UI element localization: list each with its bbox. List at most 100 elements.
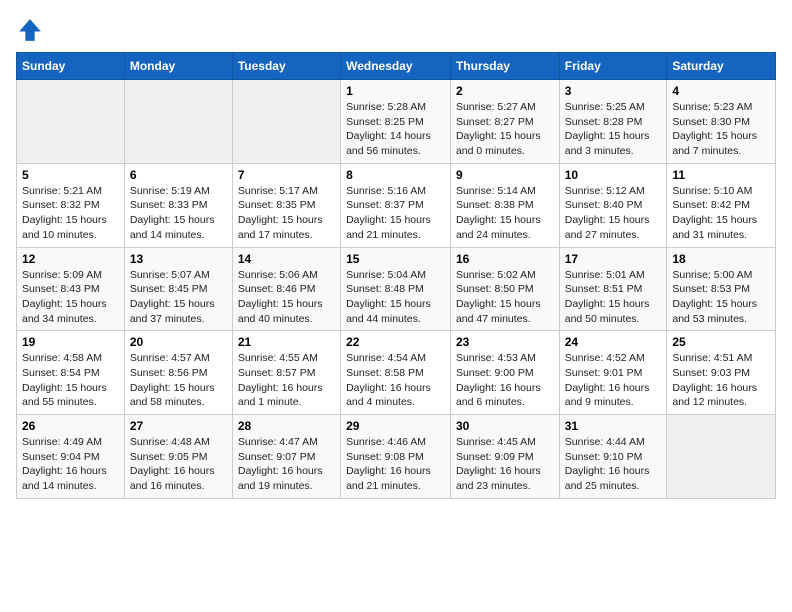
day-number: 2 [456, 84, 554, 98]
calendar-cell: 9Sunrise: 5:14 AM Sunset: 8:38 PM Daylig… [450, 163, 559, 247]
calendar-cell: 4 Sunrise: 5:23 AM Sunset: 8:30 PM Daylig… [667, 80, 776, 164]
day-number: 30 [456, 419, 554, 433]
day-info: Sunrise: 5:06 AM Sunset: 8:46 PM Dayligh… [238, 268, 335, 327]
day-number: 29 [346, 419, 445, 433]
calendar-cell [17, 80, 125, 164]
calendar-table: SundayMondayTuesdayWednesdayThursdayFrid… [16, 52, 776, 499]
calendar-week: 12Sunrise: 5:09 AM Sunset: 8:43 PM Dayli… [17, 247, 776, 331]
day-info: Sunrise: 4:47 AM Sunset: 9:07 PM Dayligh… [238, 435, 335, 494]
day-number: 16 [456, 252, 554, 266]
day-info: Sunrise: 5:19 AM Sunset: 8:33 PM Dayligh… [130, 184, 227, 243]
calendar-cell: 31 Sunrise: 4:44 AM Sunset: 9:10 PM Dayli… [559, 415, 667, 499]
day-number: 6 [130, 168, 227, 182]
day-number: 31 [565, 419, 662, 433]
day-info: Sunrise: 5:23 AM Sunset: 8:30 PM Dayligh… [672, 100, 770, 159]
calendar-week: 5Sunrise: 5:21 AM Sunset: 8:32 PM Daylig… [17, 163, 776, 247]
header-day: Saturday [667, 53, 776, 80]
calendar-cell: 27 Sunrise: 4:48 AM Sunset: 9:05 PM Dayli… [124, 415, 232, 499]
day-info: Sunrise: 5:01 AM Sunset: 8:51 PM Dayligh… [565, 268, 662, 327]
day-number: 12 [22, 252, 119, 266]
day-info: Sunrise: 4:46 AM Sunset: 9:08 PM Dayligh… [346, 435, 445, 494]
day-info: Sunrise: 5:00 AM Sunset: 8:53 PM Dayligh… [672, 268, 770, 327]
calendar-cell: 24 Sunrise: 4:52 AM Sunset: 9:01 PM Dayli… [559, 331, 667, 415]
day-number: 27 [130, 419, 227, 433]
day-info: Sunrise: 5:02 AM Sunset: 8:50 PM Dayligh… [456, 268, 554, 327]
day-number: 1 [346, 84, 445, 98]
calendar-cell: 14 Sunrise: 5:06 AM Sunset: 8:46 PM Dayli… [232, 247, 340, 331]
calendar-body: 1 Sunrise: 5:28 AM Sunset: 8:25 PM Daylig… [17, 80, 776, 499]
calendar-cell: 11 Sunrise: 5:10 AM Sunset: 8:42 PM Dayli… [667, 163, 776, 247]
day-number: 10 [565, 168, 662, 182]
day-info: Sunrise: 5:10 AM Sunset: 8:42 PM Dayligh… [672, 184, 770, 243]
logo [16, 16, 48, 44]
day-number: 3 [565, 84, 662, 98]
calendar-header: SundayMondayTuesdayWednesdayThursdayFrid… [17, 53, 776, 80]
day-number: 13 [130, 252, 227, 266]
calendar-cell: 29 Sunrise: 4:46 AM Sunset: 9:08 PM Dayli… [341, 415, 451, 499]
calendar-week: 1 Sunrise: 5:28 AM Sunset: 8:25 PM Daylig… [17, 80, 776, 164]
day-number: 20 [130, 335, 227, 349]
calendar-cell: 25 Sunrise: 4:51 AM Sunset: 9:03 PM Dayli… [667, 331, 776, 415]
day-info: Sunrise: 4:51 AM Sunset: 9:03 PM Dayligh… [672, 351, 770, 410]
calendar-cell: 7 Sunrise: 5:17 AM Sunset: 8:35 PM Daylig… [232, 163, 340, 247]
calendar-cell: 16 Sunrise: 5:02 AM Sunset: 8:50 PM Dayli… [450, 247, 559, 331]
day-info: Sunrise: 5:12 AM Sunset: 8:40 PM Dayligh… [565, 184, 662, 243]
day-info: Sunrise: 4:58 AM Sunset: 8:54 PM Dayligh… [22, 351, 119, 410]
day-number: 21 [238, 335, 335, 349]
calendar-cell: 23 Sunrise: 4:53 AM Sunset: 9:00 PM Dayli… [450, 331, 559, 415]
calendar-cell: 12Sunrise: 5:09 AM Sunset: 8:43 PM Dayli… [17, 247, 125, 331]
day-info: Sunrise: 5:25 AM Sunset: 8:28 PM Dayligh… [565, 100, 662, 159]
day-number: 18 [672, 252, 770, 266]
calendar-cell: 17Sunrise: 5:01 AM Sunset: 8:51 PM Dayli… [559, 247, 667, 331]
day-number: 25 [672, 335, 770, 349]
calendar-cell: 5Sunrise: 5:21 AM Sunset: 8:32 PM Daylig… [17, 163, 125, 247]
calendar-cell: 28 Sunrise: 4:47 AM Sunset: 9:07 PM Dayli… [232, 415, 340, 499]
day-info: Sunrise: 4:48 AM Sunset: 9:05 PM Dayligh… [130, 435, 227, 494]
calendar-week: 19 Sunrise: 4:58 AM Sunset: 8:54 PM Dayli… [17, 331, 776, 415]
calendar-cell: 26Sunrise: 4:49 AM Sunset: 9:04 PM Dayli… [17, 415, 125, 499]
header-day: Sunday [17, 53, 125, 80]
day-info: Sunrise: 5:16 AM Sunset: 8:37 PM Dayligh… [346, 184, 445, 243]
header-day: Tuesday [232, 53, 340, 80]
calendar-cell [232, 80, 340, 164]
day-info: Sunrise: 5:21 AM Sunset: 8:32 PM Dayligh… [22, 184, 119, 243]
logo-icon [16, 16, 44, 44]
calendar-week: 26Sunrise: 4:49 AM Sunset: 9:04 PM Dayli… [17, 415, 776, 499]
calendar-cell: 15 Sunrise: 5:04 AM Sunset: 8:48 PM Dayli… [341, 247, 451, 331]
day-number: 23 [456, 335, 554, 349]
calendar-cell [667, 415, 776, 499]
calendar-cell: 2 Sunrise: 5:27 AM Sunset: 8:27 PM Daylig… [450, 80, 559, 164]
day-number: 28 [238, 419, 335, 433]
header-day: Friday [559, 53, 667, 80]
day-info: Sunrise: 4:44 AM Sunset: 9:10 PM Dayligh… [565, 435, 662, 494]
day-number: 14 [238, 252, 335, 266]
day-number: 24 [565, 335, 662, 349]
day-number: 7 [238, 168, 335, 182]
header-row: SundayMondayTuesdayWednesdayThursdayFrid… [17, 53, 776, 80]
day-number: 19 [22, 335, 119, 349]
calendar-cell: 8Sunrise: 5:16 AM Sunset: 8:37 PM Daylig… [341, 163, 451, 247]
header-day: Thursday [450, 53, 559, 80]
day-number: 11 [672, 168, 770, 182]
day-info: Sunrise: 4:57 AM Sunset: 8:56 PM Dayligh… [130, 351, 227, 410]
day-info: Sunrise: 5:07 AM Sunset: 8:45 PM Dayligh… [130, 268, 227, 327]
day-number: 22 [346, 335, 445, 349]
calendar-cell: 30Sunrise: 4:45 AM Sunset: 9:09 PM Dayli… [450, 415, 559, 499]
calendar-cell: 22Sunrise: 4:54 AM Sunset: 8:58 PM Dayli… [341, 331, 451, 415]
day-info: Sunrise: 5:17 AM Sunset: 8:35 PM Dayligh… [238, 184, 335, 243]
calendar-cell: 19 Sunrise: 4:58 AM Sunset: 8:54 PM Dayli… [17, 331, 125, 415]
day-number: 15 [346, 252, 445, 266]
day-info: Sunrise: 5:28 AM Sunset: 8:25 PM Dayligh… [346, 100, 445, 159]
day-number: 4 [672, 84, 770, 98]
page-header [16, 16, 776, 44]
day-info: Sunrise: 4:53 AM Sunset: 9:00 PM Dayligh… [456, 351, 554, 410]
calendar-cell: 1 Sunrise: 5:28 AM Sunset: 8:25 PM Daylig… [341, 80, 451, 164]
day-info: Sunrise: 4:52 AM Sunset: 9:01 PM Dayligh… [565, 351, 662, 410]
day-info: Sunrise: 5:04 AM Sunset: 8:48 PM Dayligh… [346, 268, 445, 327]
day-number: 26 [22, 419, 119, 433]
calendar-cell: 10 Sunrise: 5:12 AM Sunset: 8:40 PM Dayli… [559, 163, 667, 247]
day-info: Sunrise: 5:27 AM Sunset: 8:27 PM Dayligh… [456, 100, 554, 159]
calendar-cell [124, 80, 232, 164]
calendar-cell: 3 Sunrise: 5:25 AM Sunset: 8:28 PM Daylig… [559, 80, 667, 164]
calendar-cell: 18 Sunrise: 5:00 AM Sunset: 8:53 PM Dayli… [667, 247, 776, 331]
